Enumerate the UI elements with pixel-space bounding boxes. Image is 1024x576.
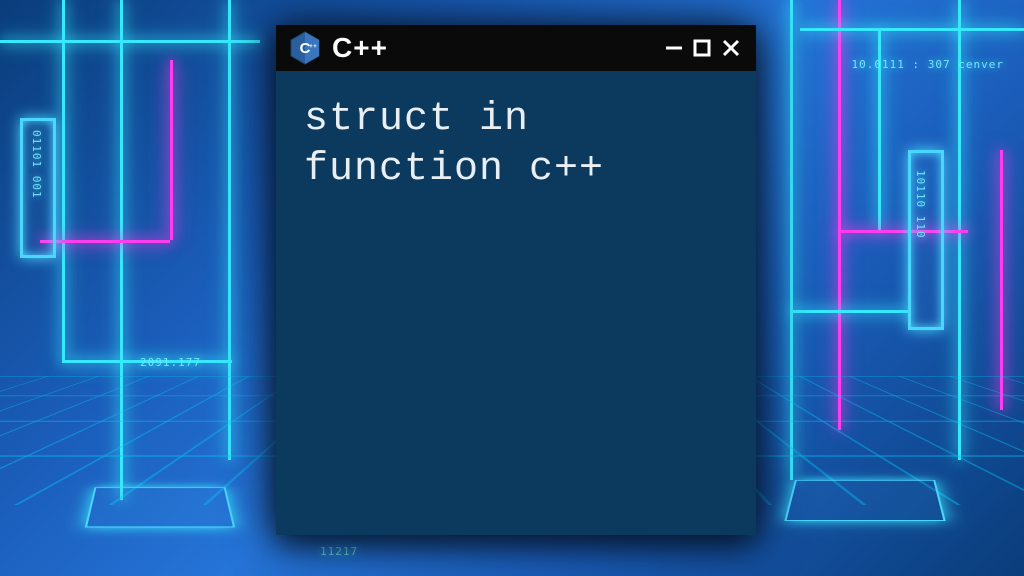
svg-text:+: + (313, 44, 317, 50)
bg-text-bottom: 11217 (320, 545, 358, 558)
titlebar[interactable]: C + + C++ (276, 25, 756, 71)
close-icon[interactable] (720, 37, 742, 59)
bg-text-right: 10.0111 : 307 cenver (852, 58, 1004, 71)
minimize-icon[interactable] (664, 38, 684, 58)
maximize-icon[interactable] (692, 38, 712, 58)
terminal-body-text: struct in function c++ (276, 71, 756, 535)
window-title: C++ (332, 32, 388, 64)
terminal-window: C + + C++ struct in function c++ (276, 25, 756, 535)
cpp-logo-icon: C + + (290, 31, 320, 65)
bg-text-left: 2091.177 (140, 356, 201, 369)
